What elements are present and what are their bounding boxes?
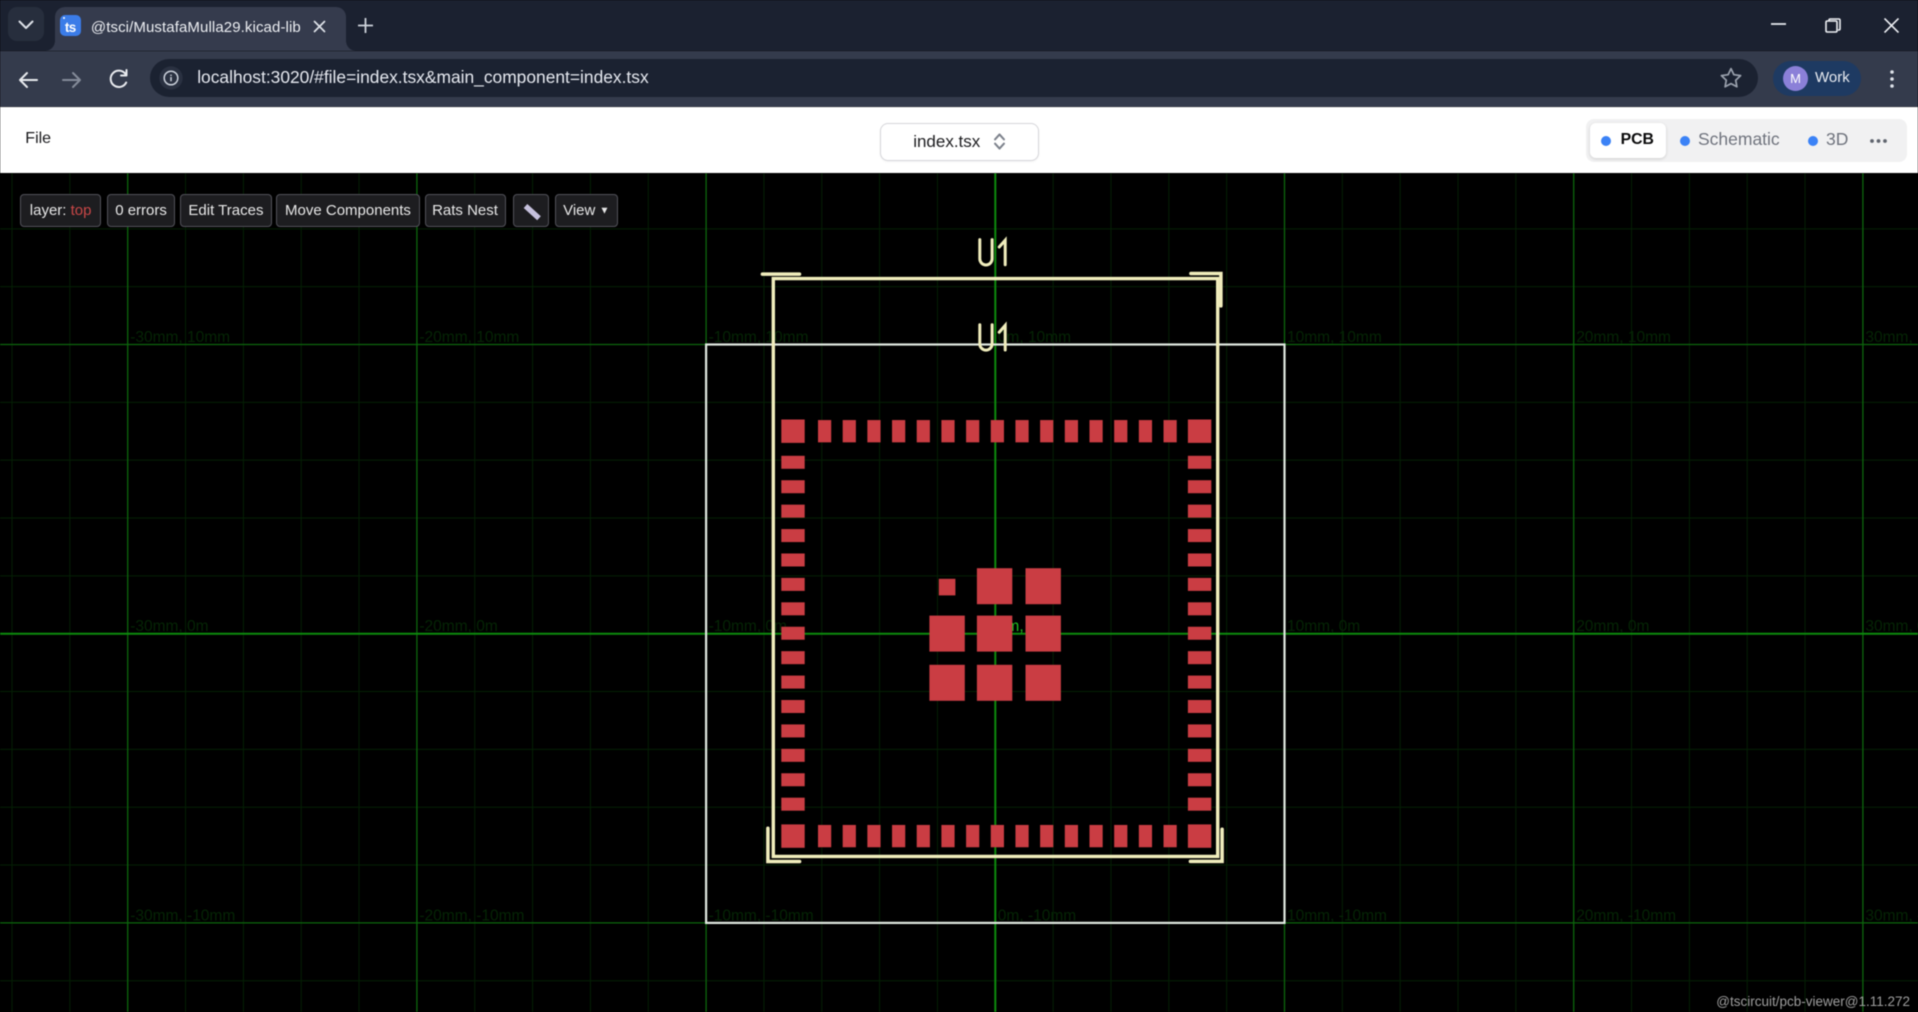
svg-text:20mm, 10mm: 20mm, 10mm <box>1576 329 1671 346</box>
svg-text:20mm, 0m: 20mm, 0m <box>1576 618 1649 635</box>
svg-text:10mm, -10mm: 10mm, -10mm <box>1287 907 1387 924</box>
svg-text:-30mm, 10mm: -30mm, 10mm <box>130 329 230 346</box>
svg-text:10mm, 10mm: 10mm, 10mm <box>1287 329 1382 346</box>
svg-text:-30mm, 0m: -30mm, 0m <box>130 618 208 635</box>
svg-text:-10mm, 0m: -10mm, 0m <box>709 618 787 635</box>
svg-text:10mm, 0m: 10mm, 0m <box>1287 618 1360 635</box>
svg-text:20mm, -10mm: 20mm, -10mm <box>1576 907 1676 924</box>
svg-text:-30mm, -10mm: -30mm, -10mm <box>130 907 235 924</box>
svg-text:-20mm, 0m: -20mm, 0m <box>419 618 497 635</box>
svg-text:-20mm, 10mm: -20mm, 10mm <box>419 329 519 346</box>
svg-text:30mm, 0m: 30mm, 0m <box>1865 618 1918 635</box>
svg-text:30mm, -10mm: 30mm, -10mm <box>1865 907 1918 924</box>
svg-text:30mm, 10mm: 30mm, 10mm <box>1865 329 1918 346</box>
svg-text:-20mm, -10mm: -20mm, -10mm <box>419 907 524 924</box>
